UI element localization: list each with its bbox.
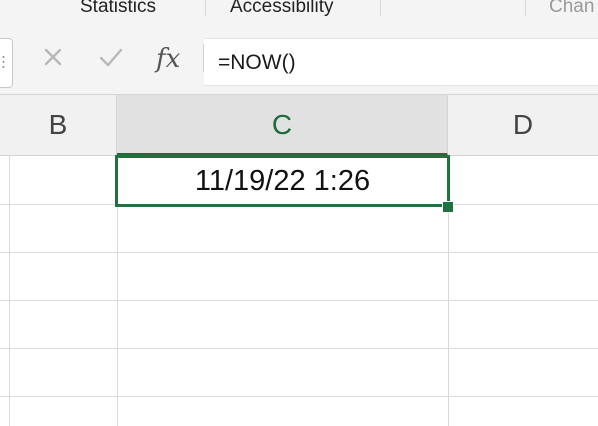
spreadsheet-window: Statistics Accessibility Chan fx =NOW() … [0, 0, 598, 426]
ribbon-divider [380, 0, 381, 16]
column-header-b[interactable]: B [0, 95, 117, 156]
gridline [0, 252, 598, 253]
formula-bar: fx =NOW() [0, 20, 598, 95]
column-header-c[interactable]: C [117, 95, 448, 156]
formula-input[interactable]: =NOW() [204, 38, 598, 86]
gridline [9, 156, 10, 426]
gridline [0, 300, 598, 301]
ribbon-divider [205, 0, 206, 16]
insert-function-button[interactable]: fx [156, 42, 192, 76]
gridline [0, 348, 598, 349]
column-header-d[interactable]: D [448, 95, 598, 156]
ribbon-tab-statistics[interactable]: Statistics [80, 0, 156, 18]
cancel-button[interactable] [38, 42, 68, 72]
name-box[interactable] [0, 38, 13, 88]
ribbon-tab-accessibility[interactable]: Accessibility [230, 0, 333, 18]
gridline [0, 396, 598, 397]
fx-icon: fx [156, 44, 181, 74]
fill-handle[interactable] [442, 201, 454, 213]
x-icon [44, 48, 62, 66]
ribbon-tab-strip: Statistics Accessibility Chan [0, 0, 598, 21]
enter-button[interactable] [96, 42, 126, 72]
ribbon-tab-changes[interactable]: Chan [549, 0, 594, 18]
drag-handle-icon [2, 56, 5, 68]
checkmark-icon [99, 48, 123, 67]
ribbon-divider [525, 0, 526, 16]
active-cell[interactable]: 11/19/22 1:26 [115, 155, 450, 207]
